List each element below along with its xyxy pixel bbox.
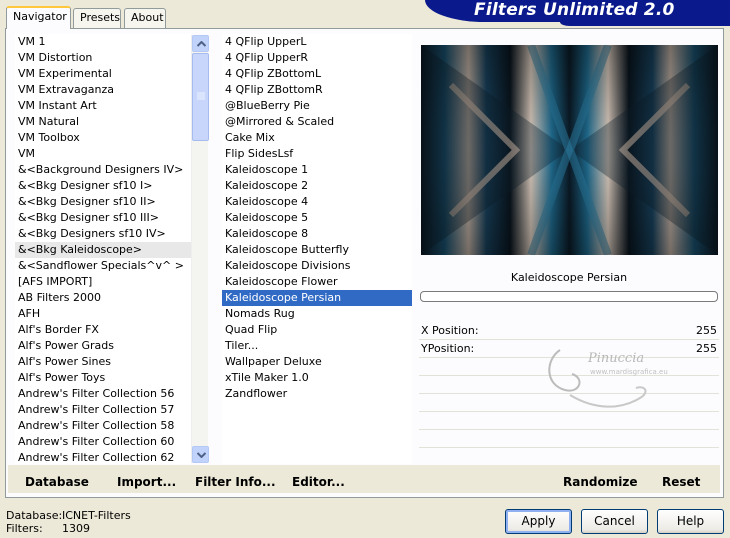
category-item[interactable]: AB Filters 2000 [15,290,191,306]
filter-item[interactable]: Kaleidoscope 1 [222,162,412,178]
category-item[interactable]: &<Bkg Designer sf10 II> [15,194,191,210]
apply-button[interactable]: Apply [505,509,572,534]
category-item[interactable]: AFH [15,306,191,322]
editor-button[interactable]: Editor... [292,474,345,490]
filter-item[interactable]: Kaleidoscope Butterfly [222,242,412,258]
category-item[interactable]: VM Extravaganza [15,82,191,98]
category-item[interactable]: Andrew's Filter Collection 58 [15,418,191,434]
category-item[interactable]: &<Sandflower Specials^v^ > [15,258,191,274]
filter-item[interactable]: 4 QFlip UpperL [222,34,412,50]
grip-icon [197,92,205,100]
category-scrollbar[interactable] [191,35,209,463]
randomize-button[interactable]: Randomize [563,474,637,490]
filter-item[interactable]: Kaleidoscope Flower [222,274,412,290]
filter-item[interactable]: Kaleidoscope 2 [222,178,412,194]
tab-navigator[interactable]: Navigator [6,6,71,29]
filter-item[interactable]: Tiler... [222,338,412,354]
category-item[interactable]: VM Natural [15,114,191,130]
database-button[interactable]: Database [25,474,89,490]
filter-item[interactable]: Wallpaper Deluxe [222,354,412,370]
filter-item[interactable]: Kaleidoscope Persian [222,290,412,306]
category-item[interactable]: Andrew's Filter Collection 62 [15,450,191,464]
filter-item[interactable]: Nomads Rug [222,306,412,322]
category-item[interactable]: Andrew's Filter Collection 57 [15,402,191,418]
param-value: 255 [696,342,717,355]
filter-item[interactable]: @Mirrored & Scaled [222,114,412,130]
category-item[interactable]: Andrew's Filter Collection 60 [15,434,191,450]
category-item[interactable]: VM [15,146,191,162]
category-item[interactable]: VM Toolbox [15,130,191,146]
watermark-text: Pinuccia [587,351,644,366]
category-item[interactable]: Alf's Border FX [15,322,191,338]
filter-info-button[interactable]: Filter Info... [195,474,276,490]
import-button[interactable]: Import... [117,474,176,490]
scroll-up-button[interactable] [192,35,209,52]
filter-item[interactable]: xTile Maker 1.0 [222,370,412,386]
watermark-url: www.mardisgrafica.eu [590,368,668,376]
kaleidoscope-preview [421,45,718,255]
filters-count-label: Filters: [6,522,43,535]
param-row-empty [419,448,719,466]
help-button[interactable]: Help [657,509,724,534]
filter-item[interactable]: Kaleidoscope Divisions [222,258,412,274]
cancel-button[interactable]: Cancel [581,509,648,534]
filter-item[interactable]: Kaleidoscope 5 [222,210,412,226]
param-value: 255 [696,324,717,337]
category-item[interactable]: VM Instant Art [15,98,191,114]
selected-filter-name: Kaleidoscope Persian [510,271,628,284]
category-item[interactable]: VM Experimental [15,66,191,82]
category-item[interactable]: Alf's Power Sines [15,354,191,370]
tab-presets[interactable]: Presets [73,8,121,28]
chevron-down-icon [197,452,206,458]
filter-item[interactable]: @BlueBerry Pie [222,98,412,114]
category-list[interactable]: VM 1 VM Distortion VM Experimental VM Extra… [15,34,191,464]
category-item[interactable]: VM 1 [15,34,191,50]
preview-image [421,45,718,255]
filters-count-value: 1309 [62,522,90,535]
chevron-up-icon [197,41,206,47]
category-item[interactable]: Andrew's Filter Collection 56 [15,386,191,402]
category-item[interactable]: [AFS IMPORT] [15,274,191,290]
filter-item[interactable]: 4 QFlip ZBottomL [222,66,412,82]
database-label: Database: [6,509,63,522]
param-label: YPosition: [421,342,475,355]
filter-item[interactable]: Quad Flip [222,322,412,338]
param-label: X Position: [421,324,479,337]
category-item[interactable]: Alf's Power Toys [15,370,191,386]
watermark-logo: Pinuccia www.mardisgrafica.eu [548,349,668,408]
app-title: Filters Unlimited 2.0 [474,0,675,20]
filter-item[interactable]: Kaleidoscope 4 [222,194,412,210]
filter-item[interactable]: 4 QFlip UpperR [222,50,412,66]
filter-list[interactable]: 4 QFlip UpperL 4 QFlip UpperR 4 QFlip ZBot… [222,34,412,464]
category-item[interactable]: &<Bkg Designer sf10 III> [15,210,191,226]
database-value: ICNET-Filters [62,509,131,522]
filter-item[interactable]: Cake Mix [222,130,412,146]
param-row-empty [419,430,719,448]
category-item[interactable]: &<Bkg Designer sf10 I> [15,178,191,194]
category-item[interactable]: &<Bkg Designers sf10 IV> [15,226,191,242]
param-row-x-position[interactable]: X Position: 255 [419,322,719,340]
category-item[interactable]: &<Background Designers IV> [15,162,191,178]
filter-item[interactable]: Kaleidoscope 8 [222,226,412,242]
reset-button[interactable]: Reset [662,474,700,490]
filter-item[interactable]: 4 QFlip ZBottomR [222,82,412,98]
scroll-down-button[interactable] [192,446,209,463]
filter-item[interactable]: Zandflower [222,386,412,402]
title-banner-underline [560,22,730,26]
scroll-thumb[interactable] [192,53,209,141]
filter-item[interactable]: Flip SidesLsf [222,146,412,162]
progress-bar [420,291,718,302]
category-item[interactable]: VM Distortion [15,50,191,66]
tab-about[interactable]: About [124,8,166,28]
category-item[interactable]: &<Bkg Kaleidoscope> [15,242,191,258]
category-item[interactable]: Alf's Power Grads [15,338,191,354]
